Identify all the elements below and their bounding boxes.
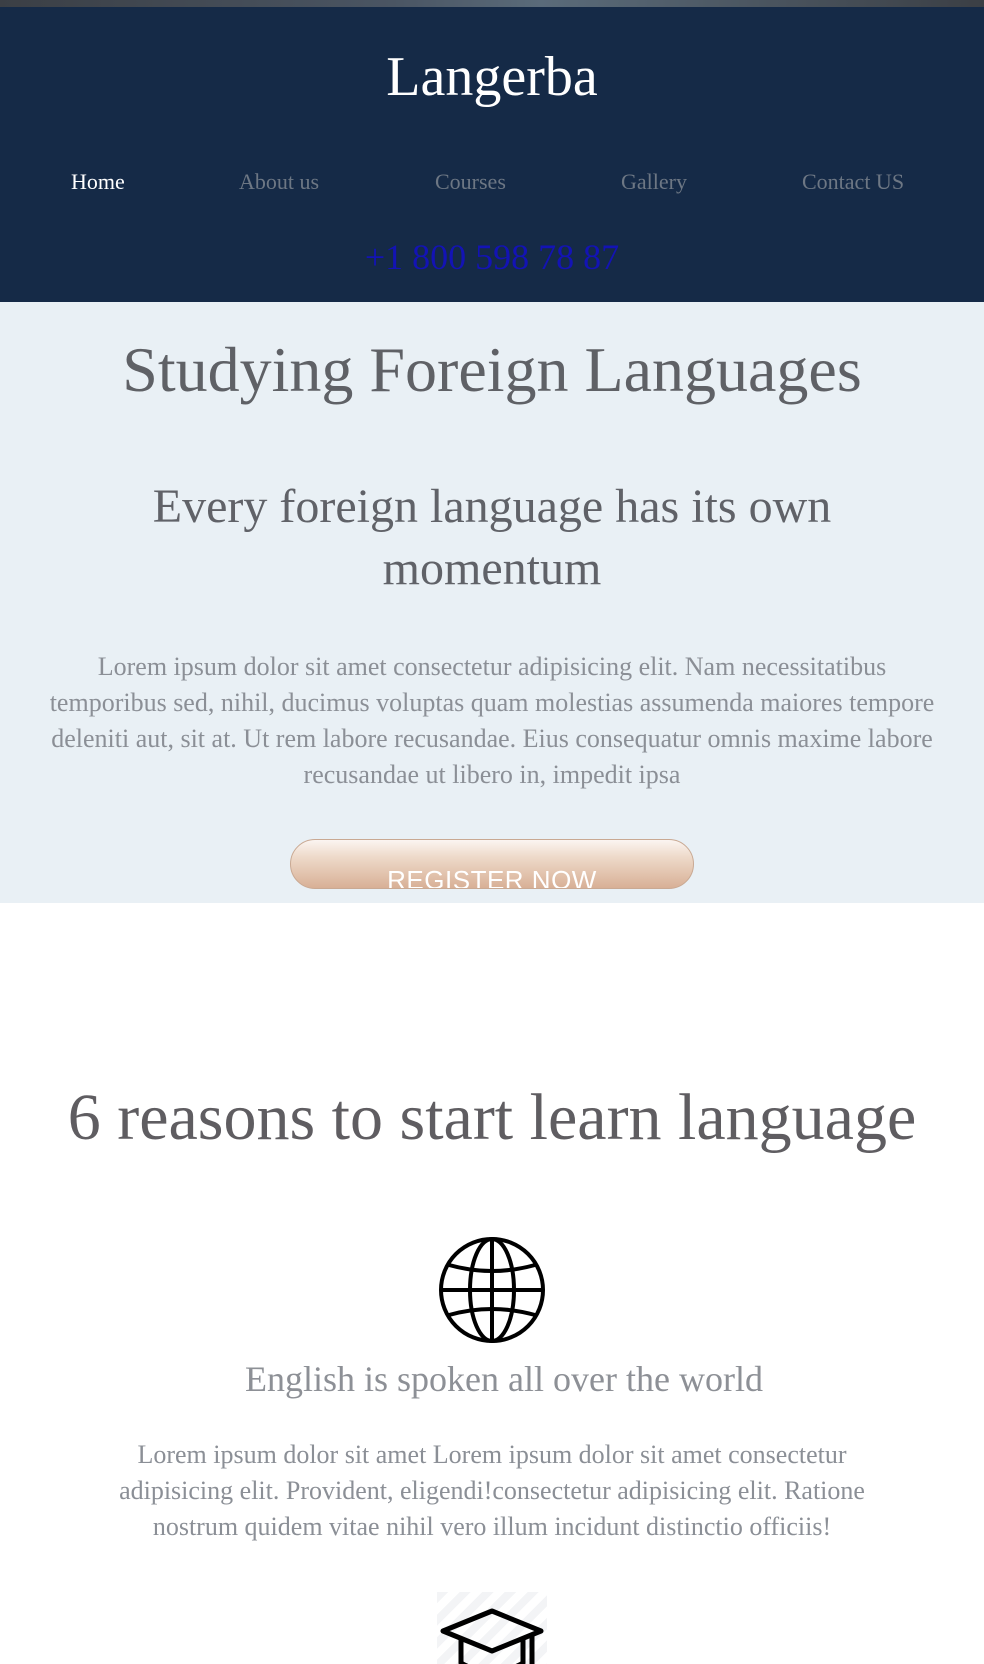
register-now-button[interactable]: REGISTER NOW <box>290 839 694 889</box>
hero-title: Studying Foreign Languages <box>122 334 862 405</box>
globe-icon <box>439 1237 545 1343</box>
site-header: Langerba Home About us Courses Gallery C… <box>0 7 984 302</box>
reason-card <box>437 1592 547 1664</box>
nav-item-home[interactable]: Home <box>71 162 125 202</box>
phone-link[interactable]: +1 800 598 78 87 <box>0 232 984 282</box>
reasons-heading: 6 reasons to start learn language <box>67 1081 917 1154</box>
graduation-cap-icon <box>440 1608 544 1664</box>
hero-subtitle: Every foreign language has its own momen… <box>152 480 832 595</box>
top-border <box>0 0 984 7</box>
nav-item-contact-us[interactable]: Contact US <box>802 162 904 202</box>
reason-title: English is spoken all over the world <box>245 1359 763 1399</box>
nav-item-about-us[interactable]: About us <box>239 162 319 202</box>
hero-description: Lorem ipsum dolor sit amet consectetur a… <box>49 652 935 789</box>
brand-logo[interactable]: Langerba <box>0 37 984 117</box>
nav-item-courses[interactable]: Courses <box>435 162 506 202</box>
hero-section: Studying Foreign Languages Every foreign… <box>0 302 984 903</box>
reason-description: Lorem ipsum dolor sit amet Lorem ipsum d… <box>119 1440 865 1541</box>
main-nav: Home About us Courses Gallery Contact US <box>0 162 984 202</box>
nav-item-gallery[interactable]: Gallery <box>621 162 687 202</box>
